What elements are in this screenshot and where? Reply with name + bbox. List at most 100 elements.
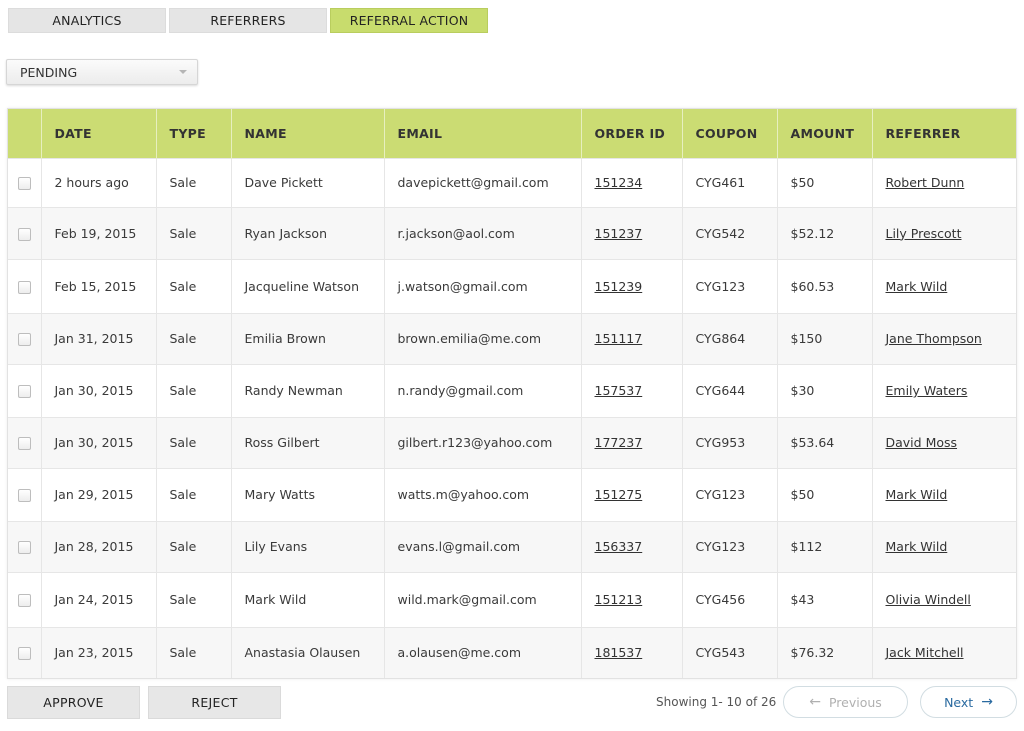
cell-order-id: 181537 (581, 626, 683, 678)
approve-button[interactable]: APPROVE (7, 686, 140, 719)
column-header-order-id[interactable]: ORDER ID (581, 109, 683, 158)
cell-select (8, 312, 42, 364)
cell-date: 2 hours ago (41, 157, 157, 207)
cell-type: Sale (156, 157, 232, 207)
row-checkbox[interactable] (17, 385, 31, 398)
previous-label: Previous (828, 694, 882, 710)
cell-date: Jan 23, 2015 (41, 626, 157, 678)
table-row: Jan 23, 2015 Sale Anastasia Olausen a.olaus… (8, 626, 1016, 678)
cell-referrer: David Moss (872, 416, 1016, 468)
previous-page-button[interactable]: ← Previous (783, 686, 908, 718)
cell-coupon-text: CYG953 (695, 435, 746, 450)
cell-order-id-link[interactable]: 151237 (595, 226, 643, 241)
cell-referrer-link[interactable]: Mark Wild (886, 539, 948, 554)
pagination-status: Showing 1- 10 of 26 (656, 695, 777, 709)
cell-referrer: Lily Prescott (872, 206, 1016, 259)
cell-name: Ryan Jackson (231, 206, 385, 259)
cell-name-text: Lily Evans (244, 539, 308, 554)
cell-order-id-link[interactable]: 177237 (595, 435, 643, 450)
cell-referrer-link[interactable]: David Moss (886, 435, 958, 450)
cell-email: n.randy@gmail.com (384, 363, 582, 417)
cell-order-id-link[interactable]: 181537 (595, 645, 643, 660)
tab-referrers[interactable]: REFERRERS (169, 8, 327, 33)
cell-date-text: Jan 28, 2015 (54, 539, 134, 554)
cell-amount-text: $112 (790, 539, 823, 554)
cell-order-id-link[interactable]: 151275 (595, 487, 643, 502)
cell-referrer-link[interactable]: Emily Waters (886, 383, 968, 398)
cell-referrer-link[interactable]: Olivia Windell (886, 592, 971, 607)
status-filter-dropdown[interactable]: PENDING (6, 59, 198, 85)
cell-coupon: CYG456 (682, 571, 778, 627)
table-row: Jan 28, 2015 Sale Lily Evans evans.l@gmail.… (8, 520, 1016, 572)
cell-order-id-link[interactable]: 151234 (595, 175, 643, 190)
column-header-name[interactable]: NAME (231, 109, 385, 158)
cell-type-text: Sale (169, 592, 197, 607)
cell-order-id: 151237 (581, 206, 683, 259)
row-checkbox[interactable] (17, 647, 31, 661)
table-row: Jan 24, 2015 Sale Mark Wild wild.mark@gmail… (8, 571, 1016, 627)
column-header-referrer[interactable]: REFERRER (872, 109, 1016, 158)
cell-date: Feb 15, 2015 (41, 258, 157, 313)
row-checkbox[interactable] (17, 280, 31, 294)
row-checkbox[interactable] (17, 437, 31, 450)
cell-referrer-link[interactable]: Mark Wild (886, 279, 948, 294)
cell-coupon: CYG123 (682, 258, 778, 313)
tab-referral-action[interactable]: REFERRAL ACTION (330, 8, 488, 33)
cell-amount-text: $150 (790, 331, 823, 346)
cell-order-id-link[interactable]: 156337 (595, 539, 643, 554)
cell-name-text: Mary Watts (244, 487, 316, 502)
column-header-date[interactable]: DATE (41, 109, 157, 158)
row-checkbox[interactable] (17, 227, 31, 241)
row-checkbox[interactable] (17, 333, 31, 346)
cell-amount-text: $76.32 (790, 645, 835, 661)
next-page-button[interactable]: Next → (920, 686, 1017, 718)
cell-type: Sale (156, 363, 232, 417)
cell-referrer-link[interactable]: Robert Dunn (886, 175, 965, 190)
cell-email: evans.l@gmail.com (384, 520, 582, 572)
referral-table: DATE TYPE NAME EMAIL ORDER ID COUPON AMO… (8, 109, 1016, 678)
cell-coupon-text: CYG456 (695, 592, 746, 607)
column-header-amount[interactable]: AMOUNT (777, 109, 873, 158)
column-header-email[interactable]: EMAIL (384, 109, 582, 158)
cell-referrer: Mark Wild (872, 258, 1016, 313)
cell-date-text: Jan 30, 2015 (54, 435, 134, 450)
row-checkbox[interactable] (17, 594, 31, 607)
table-row: Jan 30, 2015 Sale Ross Gilbert gilbert.r123… (8, 416, 1016, 468)
cell-date-text: Jan 29, 2015 (54, 487, 134, 502)
cell-referrer-link[interactable]: Jack Mitchell (886, 645, 964, 660)
cell-referrer-link[interactable]: Lily Prescott (886, 226, 962, 241)
cell-order-id-link[interactable]: 151117 (595, 331, 643, 346)
cell-amount-text: $30 (790, 383, 815, 398)
cell-referrer-link[interactable]: Mark Wild (886, 487, 948, 502)
cell-select (8, 363, 42, 417)
reject-button[interactable]: REJECT (148, 686, 281, 719)
row-checkbox[interactable] (17, 177, 31, 190)
column-header-type[interactable]: TYPE (156, 109, 232, 158)
cell-email: brown.emilia@me.com (384, 312, 582, 364)
cell-order-id: 151275 (581, 467, 683, 521)
chevron-down-icon (179, 70, 187, 74)
cell-order-id-link[interactable]: 151213 (595, 592, 643, 607)
cell-select (8, 157, 42, 207)
table-row: 2 hours ago Sale Dave Pickett davepickett@g… (8, 157, 1016, 207)
row-checkbox[interactable] (17, 541, 31, 554)
cell-order-id-link[interactable]: 151239 (595, 279, 643, 294)
cell-order-id-link[interactable]: 157537 (595, 383, 643, 398)
next-label: Next (944, 694, 974, 710)
row-checkbox[interactable] (17, 489, 31, 502)
cell-order-id: 157537 (581, 363, 683, 417)
table-row: Feb 19, 2015 Sale Ryan Jackson r.jackson@ao… (8, 206, 1016, 259)
cell-referrer: Jane Thompson (872, 312, 1016, 364)
cell-name: Mark Wild (231, 571, 385, 627)
tab-analytics[interactable]: ANALYTICS (8, 8, 166, 33)
cell-referrer: Olivia Windell (872, 571, 1016, 627)
cell-date-text: Jan 23, 2015 (54, 645, 134, 661)
cell-type-text: Sale (169, 645, 197, 661)
cell-referrer-link[interactable]: Jane Thompson (886, 331, 982, 346)
cell-type-text: Sale (169, 435, 197, 450)
cell-name-text: Ryan Jackson (244, 225, 328, 241)
cell-coupon-text: CYG461 (695, 175, 746, 190)
select-column-header (8, 109, 42, 158)
column-header-coupon[interactable]: COUPON (682, 109, 778, 158)
cell-type-text: Sale (169, 331, 197, 346)
